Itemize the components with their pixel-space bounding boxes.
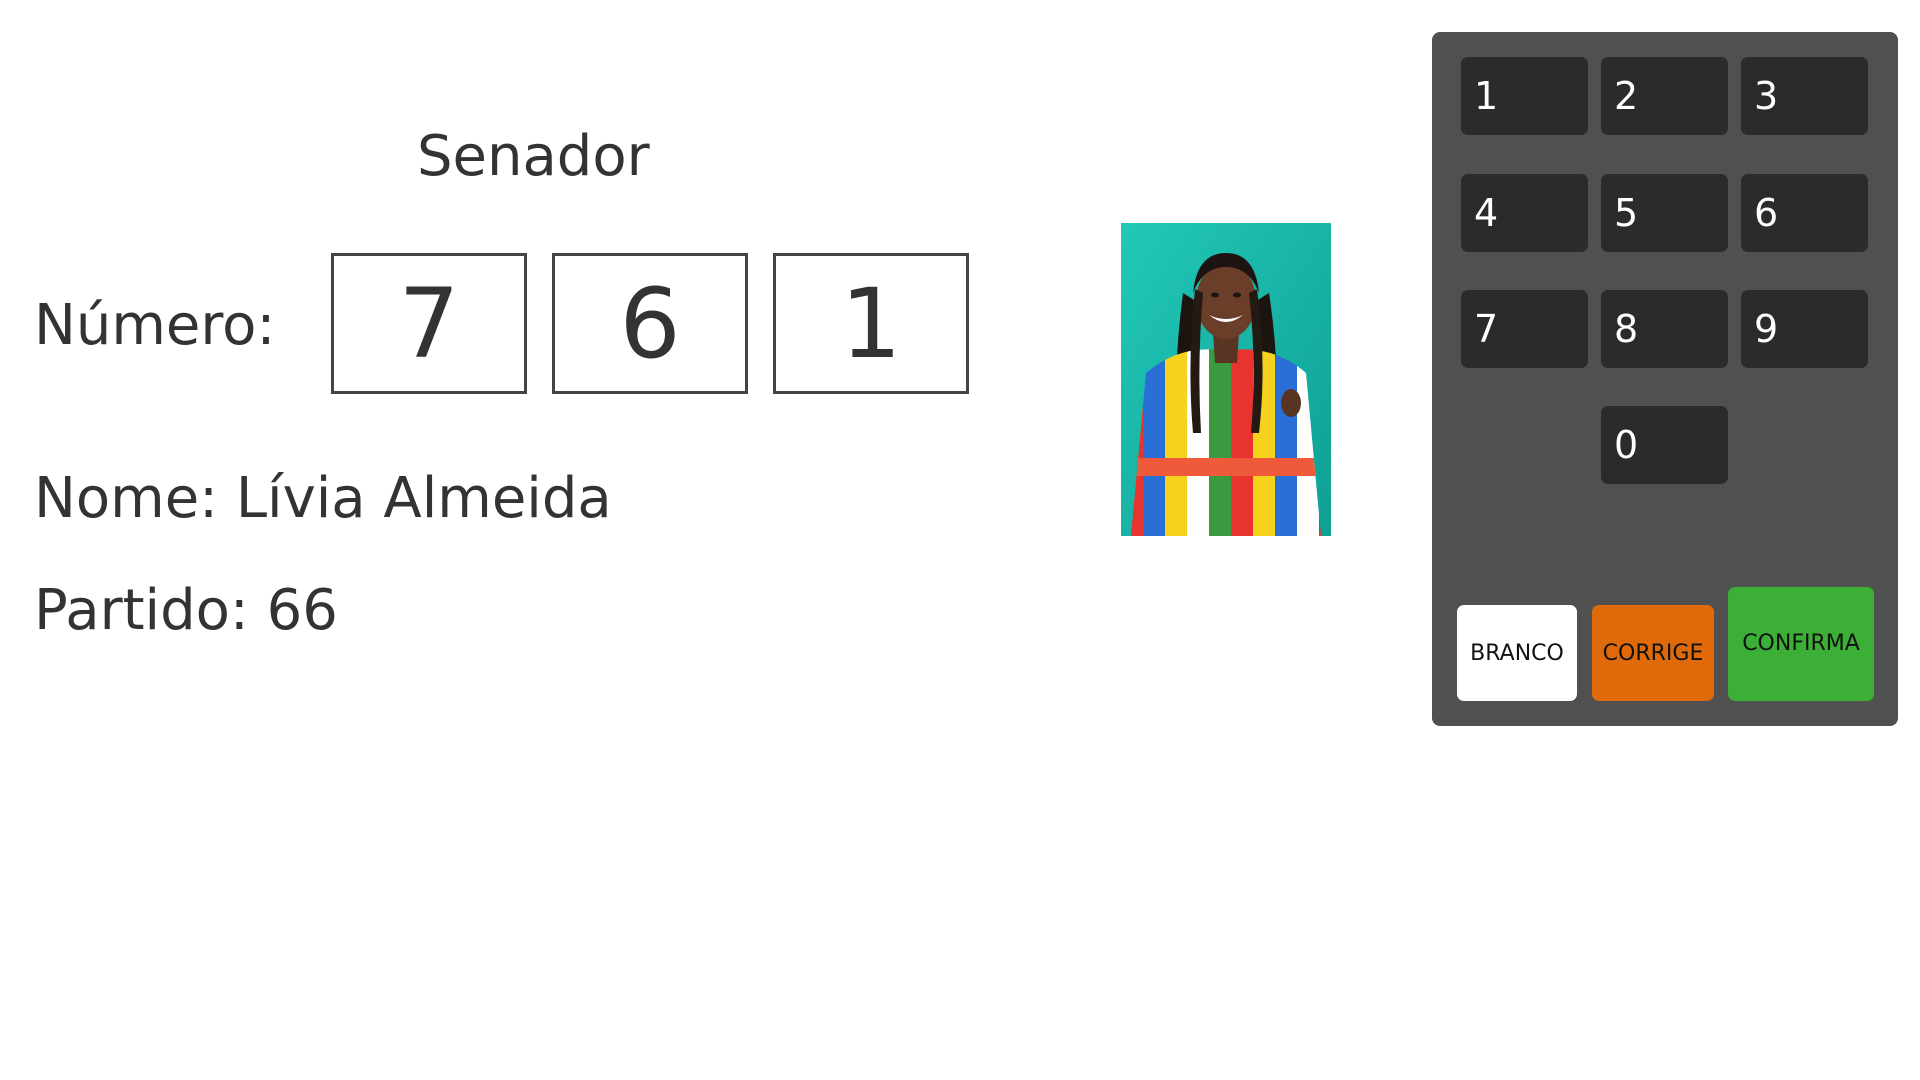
key-7[interactable]: 7 xyxy=(1461,290,1588,368)
key-3[interactable]: 3 xyxy=(1741,57,1868,135)
candidate-portrait-icon xyxy=(1121,223,1331,536)
key-1[interactable]: 1 xyxy=(1461,57,1588,135)
voting-keypad: 1 2 3 4 5 6 7 8 9 0 BRANCO CORRIGE CONFI… xyxy=(1432,32,1898,726)
key-9[interactable]: 9 xyxy=(1741,290,1868,368)
key-5[interactable]: 5 xyxy=(1601,174,1728,252)
candidate-photo xyxy=(1121,223,1331,536)
key-4[interactable]: 4 xyxy=(1461,174,1588,252)
digit-box-2: 6 xyxy=(552,253,748,394)
key-8[interactable]: 8 xyxy=(1601,290,1728,368)
key-2[interactable]: 2 xyxy=(1601,57,1728,135)
voting-screen: Senador Número: 7 6 1 Nome: Lívia Almeid… xyxy=(0,0,1920,1080)
key-6[interactable]: 6 xyxy=(1741,174,1868,252)
digit-box-1: 7 xyxy=(331,253,527,394)
digit-box-3: 1 xyxy=(773,253,969,394)
candidate-name: Nome: Lívia Almeida xyxy=(34,466,612,531)
key-0[interactable]: 0 xyxy=(1601,406,1728,484)
office-title: Senador xyxy=(417,124,650,189)
numero-label: Número: xyxy=(34,293,276,358)
confirma-button[interactable]: CONFIRMA xyxy=(1728,587,1874,701)
corrige-button[interactable]: CORRIGE xyxy=(1592,605,1714,701)
branco-button[interactable]: BRANCO xyxy=(1457,605,1577,701)
candidate-party: Partido: 66 xyxy=(34,578,338,643)
